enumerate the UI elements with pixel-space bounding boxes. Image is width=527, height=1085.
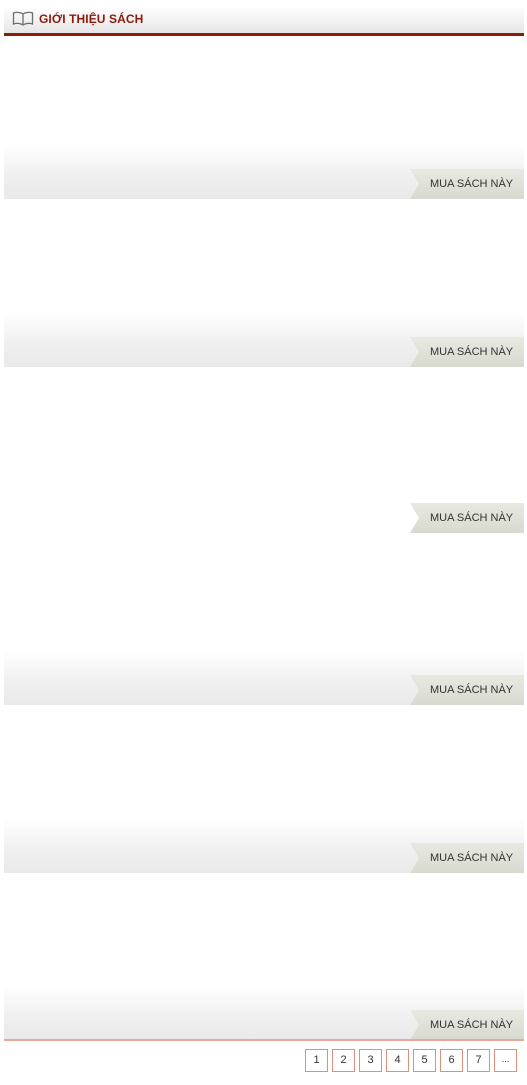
book-intro-page: GIỚI THIỆU SÁCH MUA SÁCH NÀY MUA SÁCH NÀ… — [0, 0, 527, 1085]
page-link-3[interactable]: 3 — [359, 1049, 382, 1072]
buy-book-button[interactable]: MUA SÁCH NÀY — [410, 337, 524, 367]
book-item: MUA SÁCH NÀY — [4, 879, 524, 1040]
buy-book-button[interactable]: MUA SÁCH NÀY — [410, 675, 524, 705]
page-link-more[interactable]: ... — [494, 1049, 517, 1072]
buy-book-button[interactable]: MUA SÁCH NÀY — [410, 1010, 524, 1040]
divider — [4, 1039, 524, 1041]
book-item: MUA SÁCH NÀY — [4, 711, 524, 873]
pagination: 1 2 3 4 5 6 7 ... — [301, 1049, 517, 1072]
page-link-7[interactable]: 7 — [467, 1049, 490, 1072]
buy-book-button[interactable]: MUA SÁCH NÀY — [410, 503, 524, 533]
page-link-1[interactable]: 1 — [305, 1049, 328, 1072]
book-item: MUA SÁCH NÀY — [4, 540, 524, 705]
page-link-2[interactable]: 2 — [332, 1049, 355, 1072]
book-item: MUA SÁCH NÀY — [4, 205, 524, 367]
section-header: GIỚI THIỆU SÁCH — [4, 6, 524, 36]
buy-book-button[interactable]: MUA SÁCH NÀY — [410, 843, 524, 873]
page-link-6[interactable]: 6 — [440, 1049, 463, 1072]
page-link-5[interactable]: 5 — [413, 1049, 436, 1072]
book-item: MUA SÁCH NÀY — [4, 372, 524, 533]
section-title: GIỚI THIỆU SÁCH — [39, 12, 144, 26]
book-item: MUA SÁCH NÀY — [4, 40, 524, 199]
page-link-4[interactable]: 4 — [386, 1049, 409, 1072]
book-icon — [12, 11, 34, 26]
buy-book-button[interactable]: MUA SÁCH NÀY — [410, 169, 524, 199]
